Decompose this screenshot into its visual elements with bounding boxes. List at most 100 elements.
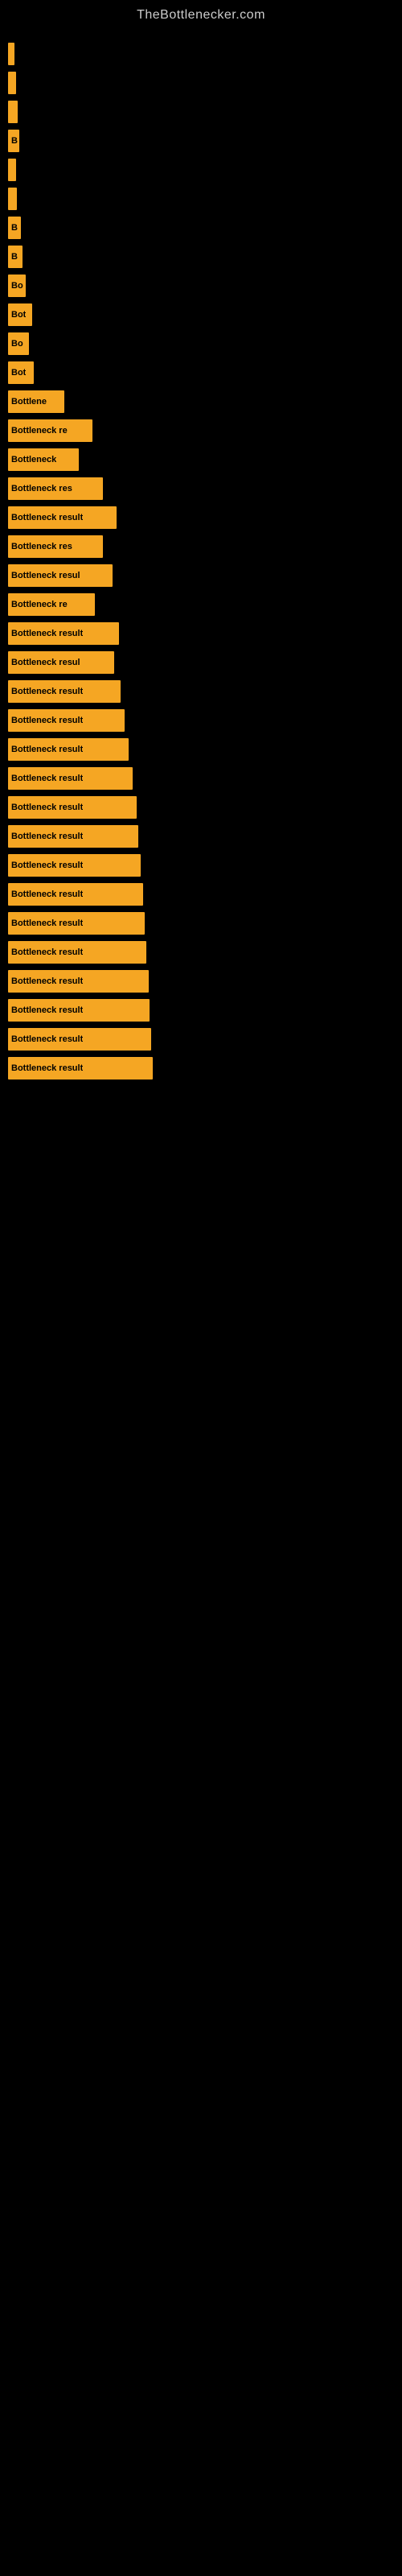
bar: Bot bbox=[8, 361, 34, 384]
bar-row: Bot bbox=[8, 303, 394, 326]
bar-label: Bottleneck re bbox=[11, 426, 68, 436]
bar-row: Bottleneck result bbox=[8, 941, 394, 964]
bar-row bbox=[8, 188, 394, 210]
bar-row bbox=[8, 159, 394, 181]
bar-row: B bbox=[8, 217, 394, 239]
bar: Bottleneck result bbox=[8, 1028, 151, 1051]
bar-row: Bottleneck resul bbox=[8, 651, 394, 674]
bar-label: B bbox=[11, 252, 18, 262]
bar-label: Bottleneck result bbox=[11, 716, 83, 725]
bar-label: Bottleneck result bbox=[11, 803, 83, 812]
bar-label: Bottleneck resul bbox=[11, 658, 80, 667]
bar bbox=[8, 43, 14, 65]
bar: Bottleneck result bbox=[8, 970, 149, 993]
bar-row: Bottleneck result bbox=[8, 796, 394, 819]
bar-label: Bottleneck bbox=[11, 455, 56, 464]
bar: Bottleneck result bbox=[8, 941, 146, 964]
bar: Bottleneck bbox=[8, 448, 79, 471]
bar-label: Bottleneck re bbox=[11, 600, 68, 609]
bar: Bottleneck res bbox=[8, 477, 103, 500]
bar-label: Bottleneck result bbox=[11, 629, 83, 638]
bar: Bottleneck re bbox=[8, 419, 92, 442]
bar-label: Bottleneck result bbox=[11, 1034, 83, 1044]
bar-label: Bo bbox=[11, 281, 23, 291]
bar-label: Bottleneck result bbox=[11, 687, 83, 696]
bar-label: Bottleneck result bbox=[11, 861, 83, 870]
bar: Bo bbox=[8, 275, 26, 297]
bar-row: Bottleneck bbox=[8, 448, 394, 471]
bar-row: Bo bbox=[8, 275, 394, 297]
bar: Bottleneck result bbox=[8, 506, 117, 529]
bar bbox=[8, 101, 18, 123]
bar-label: Bottlene bbox=[11, 397, 47, 407]
bar-label: Bottleneck result bbox=[11, 832, 83, 841]
bar bbox=[8, 159, 16, 181]
bar: Bo bbox=[8, 332, 29, 355]
bar bbox=[8, 188, 17, 210]
bar-label: Bottleneck result bbox=[11, 890, 83, 899]
bar: B bbox=[8, 130, 19, 152]
bars-container: B B B Bo Bot Bo Bot Bottlene Bottleneck re Bottle… bbox=[0, 27, 402, 1086]
bar-row: B bbox=[8, 246, 394, 268]
bar: Bottleneck result bbox=[8, 622, 119, 645]
bar-row: Bottleneck result bbox=[8, 883, 394, 906]
bar-row: Bottleneck result bbox=[8, 738, 394, 761]
bar-row: Bottleneck resul bbox=[8, 564, 394, 587]
bar-label: Bottleneck res bbox=[11, 542, 72, 551]
bar-row: Bottleneck result bbox=[8, 912, 394, 935]
bar-row: Bottleneck result bbox=[8, 825, 394, 848]
bar: Bottleneck result bbox=[8, 767, 133, 790]
bar-label: Bottleneck result bbox=[11, 976, 83, 986]
bar-label: Bottleneck result bbox=[11, 1005, 83, 1015]
bar-row bbox=[8, 43, 394, 65]
bar-label: Bot bbox=[11, 368, 26, 378]
bar-row: Bottleneck result bbox=[8, 709, 394, 732]
bar: Bottleneck result bbox=[8, 1057, 153, 1080]
bar-row: Bottleneck re bbox=[8, 419, 394, 442]
bar-label: Bottleneck result bbox=[11, 919, 83, 928]
bar: Bottleneck resul bbox=[8, 651, 114, 674]
bar: Bottleneck result bbox=[8, 825, 138, 848]
bar: Bottleneck result bbox=[8, 912, 145, 935]
bar-row: Bottleneck result bbox=[8, 854, 394, 877]
bar-label: Bottleneck result bbox=[11, 513, 83, 522]
bar-row: Bottleneck result bbox=[8, 1057, 394, 1080]
bar-row bbox=[8, 101, 394, 123]
bar: Bottleneck resul bbox=[8, 564, 113, 587]
bar: Bottleneck result bbox=[8, 999, 150, 1022]
bar-row bbox=[8, 72, 394, 94]
bar-row: Bottlene bbox=[8, 390, 394, 413]
bar-label: Bot bbox=[11, 310, 26, 320]
bar-label: Bottleneck result bbox=[11, 1063, 83, 1073]
bar-label: Bottleneck result bbox=[11, 947, 83, 957]
bar: B bbox=[8, 246, 23, 268]
bar-row: Bot bbox=[8, 361, 394, 384]
bar: Bottleneck result bbox=[8, 883, 143, 906]
bar-row: Bottleneck res bbox=[8, 535, 394, 558]
bar-row: Bottleneck result bbox=[8, 1028, 394, 1051]
bar-row: Bo bbox=[8, 332, 394, 355]
bar bbox=[8, 72, 16, 94]
bar-row: Bottleneck result bbox=[8, 506, 394, 529]
bar: Bottleneck result bbox=[8, 796, 137, 819]
bar-label: Bottleneck res bbox=[11, 484, 72, 493]
bar-row: Bottleneck res bbox=[8, 477, 394, 500]
bar-row: Bottleneck re bbox=[8, 593, 394, 616]
site-title: TheBottlenecker.com bbox=[0, 0, 402, 27]
bar-row: Bottleneck result bbox=[8, 767, 394, 790]
bar-row: Bottleneck result bbox=[8, 999, 394, 1022]
bar-label: Bottleneck resul bbox=[11, 571, 80, 580]
bar: Bottleneck result bbox=[8, 680, 121, 703]
bar-row: Bottleneck result bbox=[8, 970, 394, 993]
bar: Bottlene bbox=[8, 390, 64, 413]
bar-label: B bbox=[11, 136, 18, 146]
bar-row: Bottleneck result bbox=[8, 680, 394, 703]
bar-label: B bbox=[11, 223, 18, 233]
bar-row: Bottleneck result bbox=[8, 622, 394, 645]
bar: B bbox=[8, 217, 21, 239]
bar: Bottleneck result bbox=[8, 709, 125, 732]
bar: Bottleneck re bbox=[8, 593, 95, 616]
bar-label: Bo bbox=[11, 339, 23, 349]
bar: Bottleneck res bbox=[8, 535, 103, 558]
bar: Bottleneck result bbox=[8, 738, 129, 761]
